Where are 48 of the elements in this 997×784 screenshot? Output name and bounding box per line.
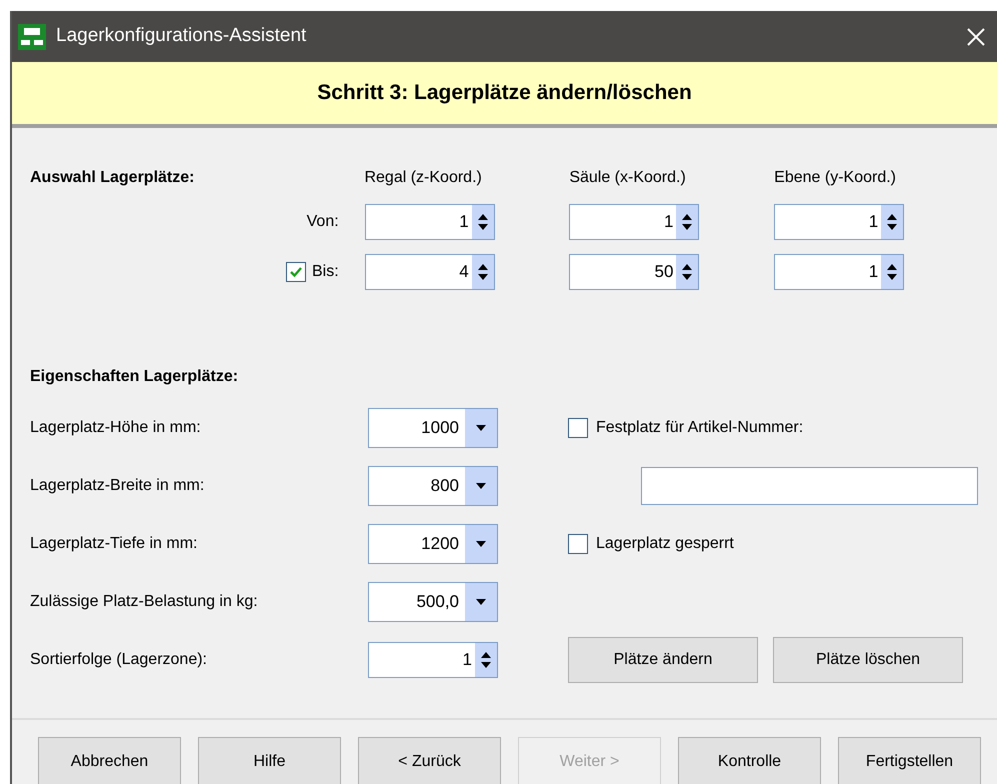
spinner-field[interactable]: 1 <box>774 254 904 290</box>
checkbox[interactable] <box>568 534 588 554</box>
window-title: Lagerkonfigurations-Assistent <box>56 24 306 48</box>
field-label: Lagerplatz-Höhe in mm: <box>30 418 202 438</box>
footer-button[interactable]: Abbrechen <box>38 737 181 784</box>
spin-arrows-icon[interactable] <box>472 255 494 289</box>
spinner-field[interactable]: 1 <box>364 204 495 240</box>
close-icon[interactable] <box>967 28 985 46</box>
dropdown-field[interactable]: 1200 <box>368 524 498 564</box>
action-button[interactable]: Plätze löschen <box>773 637 963 683</box>
checkbox[interactable] <box>286 262 306 282</box>
checkbox[interactable] <box>568 418 588 438</box>
footer-button[interactable]: < Zurück <box>358 737 501 784</box>
spinner-field[interactable]: 1 <box>569 204 700 240</box>
footer-button[interactable]: Hilfe <box>198 737 341 784</box>
dropdown-field[interactable]: 500,0 <box>368 582 498 622</box>
column-header: Ebene (y-Koord.) <box>774 168 897 188</box>
spin-arrows-icon[interactable] <box>676 255 698 289</box>
app-icon <box>18 24 46 50</box>
spin-arrows-icon[interactable] <box>881 205 904 239</box>
dropdown-field[interactable]: 1000 <box>368 408 498 448</box>
field-label: Lagerplatz-Tiefe in mm: <box>30 534 198 554</box>
column-header: Säule (x-Koord.) <box>569 168 687 188</box>
spinner-field[interactable]: 1 <box>774 204 904 240</box>
spin-arrows-icon[interactable] <box>676 205 698 239</box>
section-heading: Auswahl Lagerplätze: <box>30 168 196 188</box>
section-heading: Eigenschaften Lagerplätze: <box>30 367 240 387</box>
checkbox-label: Festplatz für Artikel-Nummer: <box>596 418 804 438</box>
footer-button[interactable]: Kontrolle <box>678 737 821 784</box>
checkbox-label: Lagerplatz gesperrt <box>596 534 734 554</box>
field-label: Zulässige Platz-Belastung in kg: <box>30 592 259 612</box>
field-label: Lagerplatz-Breite in mm: <box>30 476 206 496</box>
spin-arrows-icon[interactable] <box>475 643 497 677</box>
step-title: Schritt 3: Lagerplätze ändern/löschen <box>317 80 692 106</box>
spin-arrows-icon[interactable] <box>472 205 494 239</box>
dropdown-field[interactable]: 800 <box>368 466 498 506</box>
field-label: Sortierfolge (Lagerzone): <box>30 650 208 670</box>
column-header: Regal (z-Koord.) <box>364 168 483 188</box>
spinner-field[interactable]: 4 <box>364 254 495 290</box>
spinner-field[interactable]: 50 <box>569 254 700 290</box>
footer-button[interactable]: Fertigstellen <box>838 737 981 784</box>
check-icon <box>288 265 303 279</box>
spinner-field[interactable]: 1 <box>368 642 498 678</box>
row-label: Bis: <box>312 262 339 282</box>
article-number-field[interactable] <box>641 467 978 505</box>
spin-arrows-icon[interactable] <box>881 255 904 289</box>
row-label: Von: <box>306 212 339 232</box>
action-button[interactable]: Plätze ändern <box>568 637 758 683</box>
